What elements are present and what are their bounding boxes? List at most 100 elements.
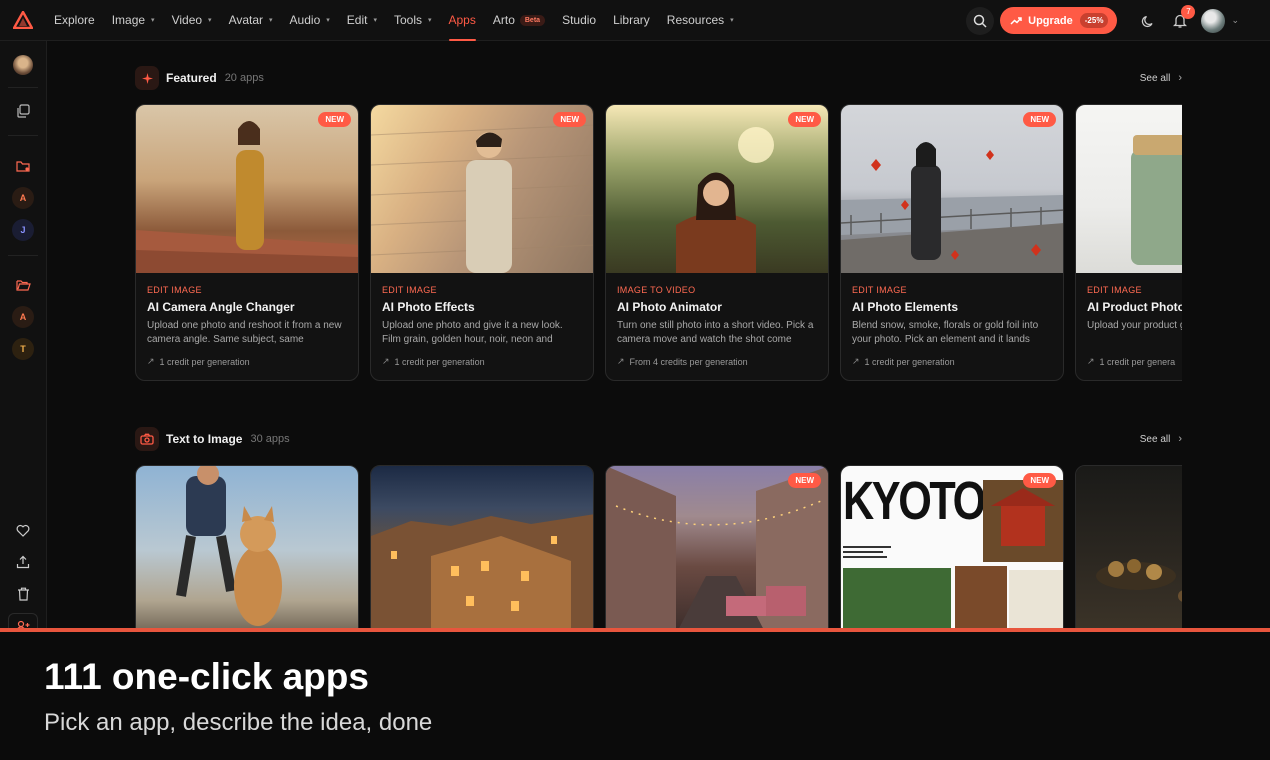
- sparkle-icon: [141, 72, 153, 84]
- top-right-controls: Upgrade -25% 7 ⌄: [966, 0, 1270, 41]
- card-thumbnail: [136, 105, 358, 273]
- card-description: Upload your product grade scene. Same p: [1087, 320, 1182, 331]
- nav-item-image[interactable]: Image ▾: [112, 0, 155, 41]
- beta-badge: Beta: [519, 14, 546, 26]
- app-logo[interactable]: [0, 0, 46, 41]
- nav-item-explore[interactable]: Explore: [54, 0, 95, 41]
- caret-down-icon: ▾: [326, 17, 330, 24]
- heart-icon: [16, 524, 30, 537]
- card-thumbnail: [606, 466, 828, 631]
- caret-down-icon: ▾: [427, 17, 432, 24]
- folder-t-button[interactable]: T: [12, 338, 34, 360]
- card-thumbnail: KYOTO: [841, 466, 1063, 631]
- nav-item-label: Apps: [448, 13, 476, 27]
- see-all-link[interactable]: See all ›: [1140, 72, 1182, 84]
- banner-title: 111 one-click apps: [44, 656, 369, 697]
- card-credit: ↗ 1 credit per generation: [382, 356, 485, 367]
- thumbnail-illustration: [676, 127, 774, 273]
- nav-item-label: Explore: [54, 13, 95, 27]
- lightning-icon: ↗: [617, 356, 625, 366]
- nav-item-avatar[interactable]: Avatar ▾: [229, 0, 273, 41]
- new-badge: NEW: [553, 112, 586, 127]
- trash-button[interactable]: [11, 582, 35, 606]
- lightning-icon: ↗: [852, 356, 860, 366]
- main-content: Featured 20 apps See all › NEW EDIT IMAGE…: [47, 41, 1270, 631]
- app-card[interactable]: NEW: [605, 465, 829, 631]
- nav-item-arto[interactable]: Arto Beta: [493, 0, 546, 41]
- camera-section-icon: [135, 427, 159, 451]
- nav-item-edit[interactable]: Edit ▾: [347, 0, 377, 41]
- card-thumbnail: [136, 466, 358, 631]
- new-badge: NEW: [788, 473, 821, 488]
- nav-item-audio[interactable]: Audio ▾: [290, 0, 330, 41]
- card-title: AI Photo Effects: [382, 300, 475, 314]
- shared-folder-button[interactable]: [11, 154, 35, 178]
- chevron-right-icon: ›: [1178, 433, 1182, 445]
- upload-button[interactable]: [11, 550, 35, 574]
- thumbnail-illustration: [371, 514, 593, 631]
- card-category: EDIT IMAGE: [382, 285, 437, 295]
- thumbnail-illustration: [1096, 559, 1182, 602]
- search-button[interactable]: [966, 6, 995, 35]
- nav-item-library[interactable]: Library: [613, 0, 650, 41]
- thumbnail-illustration: [843, 480, 1063, 631]
- nav-item-video[interactable]: Video ▾: [172, 0, 212, 41]
- camera-icon: [140, 433, 154, 445]
- section-title: Text to Image: [166, 432, 243, 446]
- app-card[interactable]: NEW EDIT IMAGE AI Photo Elements Blend s…: [840, 104, 1064, 381]
- app-card[interactable]: NEW IMAGE TO VIDEO AI Photo Animator Tur…: [605, 104, 829, 381]
- caret-down-icon: ▾: [730, 17, 734, 24]
- app-card[interactable]: [370, 465, 594, 631]
- nav-item-label: Image: [111, 13, 146, 27]
- gallery-button[interactable]: [11, 99, 35, 123]
- nav-item-tools[interactable]: Tools ▾: [394, 0, 432, 41]
- upgrade-button[interactable]: Upgrade -25%: [1000, 7, 1118, 34]
- app-card[interactable]: [1075, 465, 1182, 631]
- see-all-link[interactable]: See all ›: [1140, 433, 1182, 445]
- card-title: AI Photo Animator: [617, 300, 722, 314]
- card-title: AI Photo Elements: [852, 300, 959, 314]
- nav-item-label: Video: [171, 13, 203, 27]
- folder-a-button[interactable]: A: [12, 306, 34, 328]
- app-card[interactable]: EDIT IMAGE AI Product Photo Upload your …: [1075, 104, 1182, 381]
- credit-text: 1 credit per generation: [159, 356, 250, 367]
- thumbnail-illustration: [136, 121, 358, 273]
- caret-down-icon: ▾: [151, 17, 155, 24]
- chevron-right-icon: ›: [1178, 72, 1182, 84]
- notifications-button[interactable]: 7: [1169, 4, 1196, 35]
- chevron-down-icon[interactable]: ⌄: [1231, 15, 1239, 26]
- sidebar-divider: [8, 87, 38, 88]
- app-card[interactable]: NEW EDIT IMAGE AI Camera Angle Changer U…: [135, 104, 359, 381]
- folders-button[interactable]: [11, 273, 35, 297]
- nav-item-apps[interactable]: Apps: [448, 0, 477, 41]
- nav-item-studio[interactable]: Studio: [562, 0, 596, 41]
- see-all-label: See all: [1139, 72, 1171, 84]
- credit-text: 1 credit per genera: [1099, 356, 1176, 367]
- card-category: EDIT IMAGE: [852, 285, 907, 295]
- card-title: AI Product Photo: [1087, 300, 1182, 314]
- credit-text: 1 credit per generation: [864, 356, 955, 367]
- sidebar-divider: [8, 135, 38, 136]
- top-navigation-bar: Explore Image ▾ Video ▾ Avatar ▾ Audio ▾ Edit ▾ Too…: [0, 0, 1270, 41]
- section-title: Featured: [166, 71, 217, 85]
- nav-item-label: Edit: [346, 13, 368, 27]
- nav-item-resources[interactable]: Resources ▾: [667, 0, 734, 41]
- thumbnail-illustration: [1131, 135, 1182, 265]
- workspace-avatar[interactable]: [13, 55, 33, 75]
- nav-item-label: Avatar: [228, 13, 264, 27]
- card-thumbnail: [371, 466, 593, 631]
- credit-text: 1 credit per generation: [394, 356, 485, 367]
- favorites-button[interactable]: [11, 518, 35, 542]
- workspace-j-button[interactable]: J: [12, 219, 34, 241]
- app-card[interactable]: KYOTO NEW: [840, 465, 1064, 631]
- app-card[interactable]: [135, 465, 359, 631]
- card-description: Blend snow, smoke, florals or gold foil …: [852, 320, 1039, 345]
- user-avatar[interactable]: [1201, 8, 1226, 33]
- card-credit: ↗ From 4 credits per generation: [617, 356, 748, 367]
- workspace-a-button[interactable]: A: [12, 187, 34, 209]
- app-card[interactable]: NEW EDIT IMAGE AI Photo Effects Upload o…: [370, 104, 594, 381]
- theme-toggle-button[interactable]: [1137, 7, 1159, 35]
- card-credit: ↗ 1 credit per generation: [147, 356, 250, 367]
- caret-down-icon: ▾: [208, 17, 212, 24]
- lightning-icon: ↗: [1087, 356, 1095, 366]
